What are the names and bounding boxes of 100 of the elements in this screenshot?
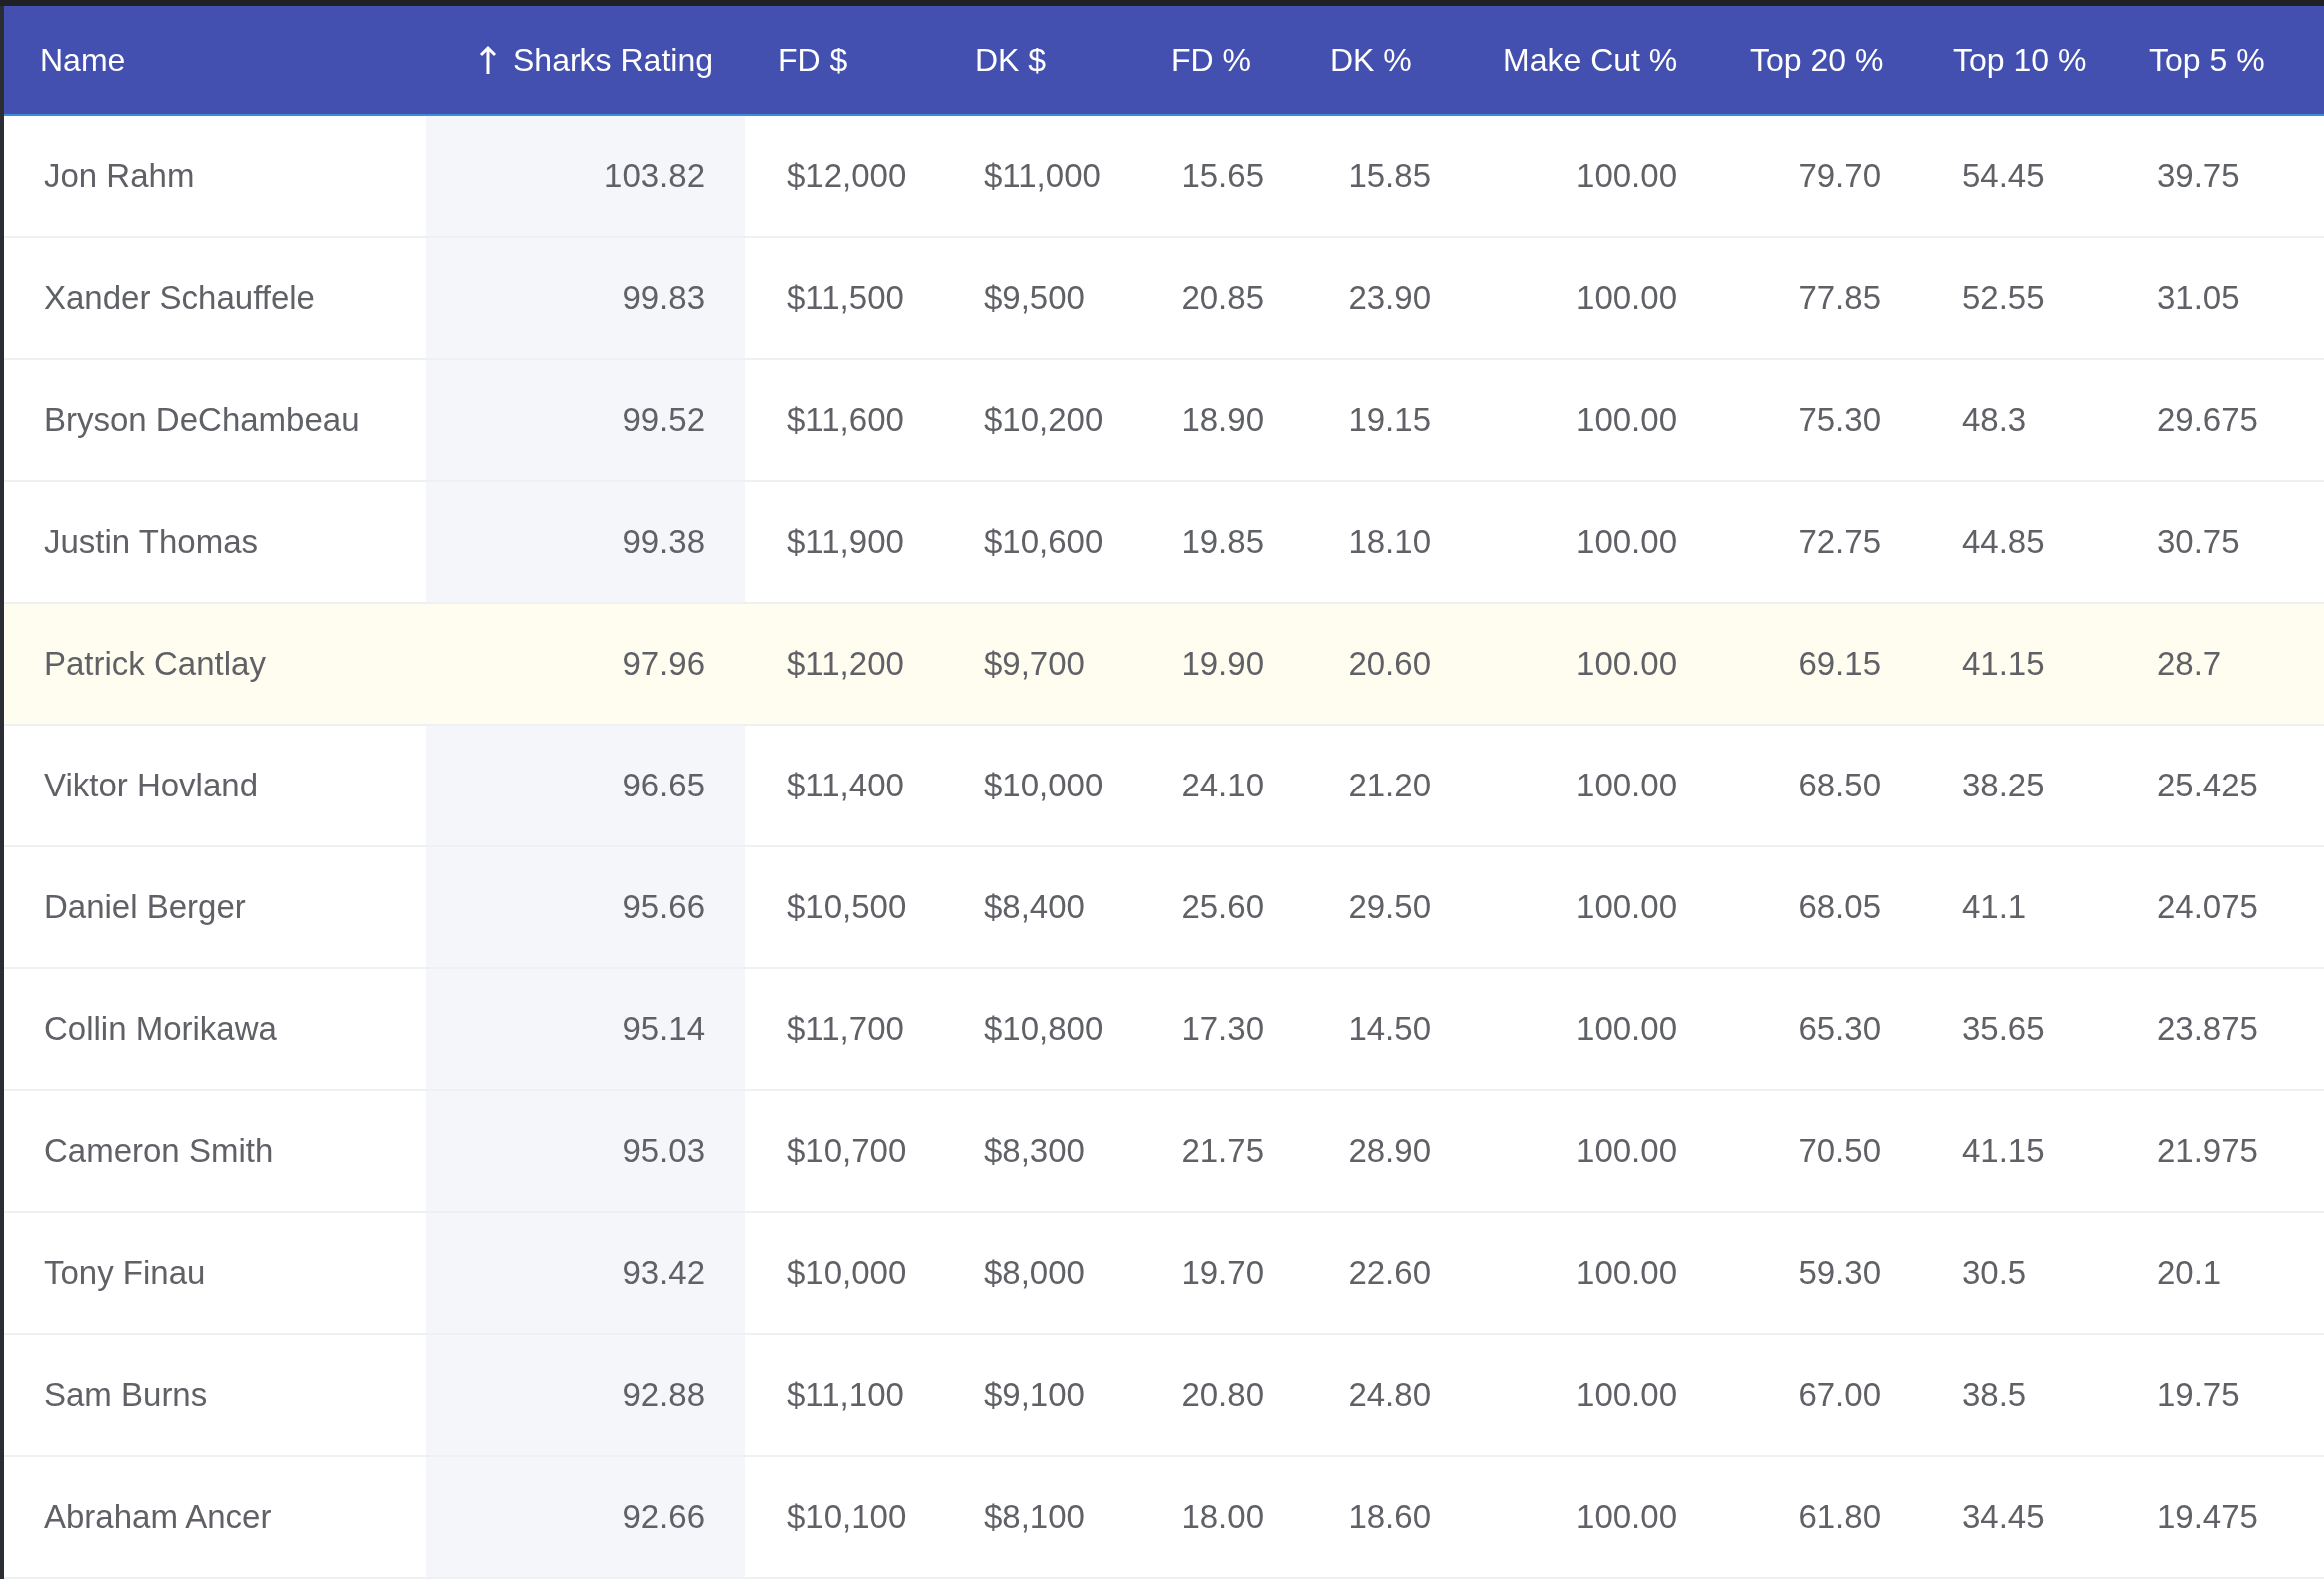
table-row[interactable]: Collin Morikawa 95.14 $11,700 $10,800 17.30 14.50 100.00 65.30 35.65 23.875: [4, 969, 2324, 1091]
table-cell-text: Jon Rahm: [43, 156, 196, 197]
table-cell-text: $8,400: [983, 887, 1086, 928]
column-header[interactable]: DK %: [1304, 6, 1460, 114]
table-cell-text: 38.25: [1961, 766, 2046, 806]
table-cell-text: 100.00: [1575, 1009, 1678, 1050]
table-row[interactable]: Daniel Berger 95.66 $10,500 $8,400 25.60 29.50 100.00 68.05 41.1 24.075: [4, 847, 2324, 969]
table-cell-text: $11,000: [983, 156, 1102, 197]
table-cell-text: 100.00: [1575, 1131, 1678, 1172]
table-cell-text: 61.80: [1797, 1497, 1882, 1538]
table-cell-text: 31.05: [2156, 278, 2241, 319]
table-cell-text: 39.75: [2156, 156, 2241, 197]
table-cell-text: 100.00: [1575, 1253, 1678, 1294]
column-header[interactable]: Top 20 %: [1720, 6, 1919, 114]
table-cell-text: Cameron Smith: [43, 1131, 275, 1172]
table-cell-text: $10,600: [983, 522, 1105, 563]
table-cell-text: 68.50: [1797, 766, 1882, 806]
table-cell-text: 75.30: [1797, 400, 1882, 441]
column-header[interactable]: FD %: [1141, 6, 1304, 114]
table-cell-text: $11,400: [786, 766, 905, 806]
table-cell-text: 19.85: [1180, 522, 1265, 563]
table-cell-text: 20.80: [1180, 1375, 1265, 1416]
column-header[interactable]: Top 10 %: [1919, 6, 2112, 114]
table-cell-text: $11,700: [786, 1009, 905, 1050]
table-cell-text: 100.00: [1575, 887, 1678, 928]
table-row[interactable]: Abraham Ancer 92.66 $10,100 $8,100 18.00 18.60 100.00 61.80 34.45 19.475: [4, 1457, 2324, 1579]
table-cell-text: 65.30: [1797, 1009, 1882, 1050]
table-cell-text: 25.425: [2156, 766, 2259, 806]
table-cell-text: $9,700: [983, 644, 1086, 685]
table-cell-text: 100.00: [1575, 156, 1678, 197]
table-cell-text: 41.15: [1961, 644, 2046, 685]
table-row[interactable]: Tony Finau 93.42 $10,000 $8,000 19.70 22.60 100.00 59.30 30.5 20.1: [4, 1213, 2324, 1335]
table-cell-text: 15.65: [1180, 156, 1265, 197]
table-cell-text: 25.60: [1180, 887, 1265, 928]
table-cell-text: 18.10: [1347, 522, 1432, 563]
table-cell-text: Tony Finau: [43, 1253, 207, 1294]
table-row[interactable]: Sam Burns 92.88 $11,100 $9,100 20.80 24.80 100.00 67.00 38.5 19.75: [4, 1335, 2324, 1457]
table-cell: 93.42: [426, 1213, 745, 1333]
table-cell-text: 29.675: [2156, 400, 2259, 441]
table-cell-text: 21.20: [1347, 766, 1432, 806]
table-cell-text: 19.90: [1180, 644, 1265, 685]
table-cell-text: 70.50: [1797, 1131, 1882, 1172]
table-cell-text: 22.60: [1347, 1253, 1432, 1294]
table-row[interactable]: Patrick Cantlay 97.96 $11,200 $9,700 19.90 20.60 100.00 69.15 41.15 28.7: [4, 604, 2324, 726]
table-cell-text: 59.30: [1797, 1253, 1882, 1294]
column-header[interactable]: DK $: [944, 6, 1141, 114]
table-cell-text: 100.00: [1575, 1375, 1678, 1416]
column-header[interactable]: Top 5 %: [2112, 6, 2324, 114]
table-cell-text: $10,700: [786, 1131, 908, 1172]
table-cell-text: Justin Thomas: [43, 522, 259, 563]
table-cell-text: 44.85: [1961, 522, 2046, 563]
column-header[interactable]: FD $: [745, 6, 944, 114]
table-cell: 96.65: [426, 726, 745, 845]
table-row[interactable]: Jon Rahm 103.82 $12,000 $11,000 15.65 15.85 100.00 79.70 54.45 39.75: [4, 116, 2324, 238]
table-cell-text: $8,300: [983, 1131, 1086, 1172]
table-cell-text: 41.15: [1961, 1131, 2046, 1172]
table-cell-text: 52.55: [1961, 278, 2046, 319]
table-cell: 95.03: [426, 1091, 745, 1211]
table-cell-text: 19.70: [1180, 1253, 1265, 1294]
table-cell-text: $10,000: [786, 1253, 908, 1294]
table-cell-text: 34.45: [1961, 1497, 2046, 1538]
table-cell-text: 100.00: [1575, 1497, 1678, 1538]
column-header[interactable]: Sharks Rating: [426, 6, 745, 114]
table-row[interactable]: Cameron Smith 95.03 $10,700 $8,300 21.75 28.90 100.00 70.50 41.15 21.975: [4, 1091, 2324, 1213]
column-header[interactable]: Name: [4, 6, 426, 114]
table-cell-text: 18.60: [1347, 1497, 1432, 1538]
table-cell-text: 23.90: [1347, 278, 1432, 319]
table-cell-text: $9,500: [983, 278, 1086, 319]
table-cell-text: 20.1: [2156, 1253, 2223, 1294]
table-row[interactable]: Xander Schauffele 99.83 $11,500 $9,500 20.85 23.90 100.00 77.85 52.55 31.05: [4, 238, 2324, 360]
table-cell: 99.83: [426, 238, 745, 358]
table-cell-text: 38.5: [1961, 1375, 2028, 1416]
column-header[interactable]: Make Cut %: [1460, 6, 1720, 114]
table-cell-text: 28.90: [1347, 1131, 1432, 1172]
table-cell-text: 30.5: [1961, 1253, 2028, 1294]
table-cell-text: $8,000: [983, 1253, 1086, 1294]
table-cell-text: 41.1: [1961, 887, 2028, 928]
table-cell-text: Abraham Ancer: [43, 1497, 273, 1538]
table-cell-text: $12,000: [786, 156, 908, 197]
table-cell-text: 54.45: [1961, 156, 2046, 197]
table-cell: 103.82: [426, 116, 745, 236]
table-cell-text: 100.00: [1575, 522, 1678, 563]
table-cell-text: 72.75: [1797, 522, 1882, 563]
table-cell-text: 20.60: [1347, 644, 1432, 685]
table-cell-text: 21.975: [2156, 1131, 2259, 1172]
table-cell-text: Bryson DeChambeau: [43, 400, 361, 441]
table-row[interactable]: Justin Thomas 99.38 $11,900 $10,600 19.85 18.10 100.00 72.75 44.85 30.75: [4, 482, 2324, 604]
table-cell-text: 21.75: [1180, 1131, 1265, 1172]
table-cell-text: $10,000: [983, 766, 1105, 806]
table-row[interactable]: Viktor Hovland 96.65 $11,400 $10,000 24.10 21.20 100.00 68.50 38.25 25.425: [4, 726, 2324, 847]
table-cell-text: 77.85: [1797, 278, 1882, 319]
table-cell-text: Xander Schauffele: [43, 278, 316, 319]
table-cell-text: 29.50: [1347, 887, 1432, 928]
table-cell-text: 100.00: [1575, 644, 1678, 685]
table-cell: 95.66: [426, 847, 745, 967]
table-cell-text: 100.00: [1575, 278, 1678, 319]
table-cell-text: 19.15: [1347, 400, 1432, 441]
table-row[interactable]: Bryson DeChambeau 99.52 $11,600 $10,200 18.90 19.15 100.00 75.30 48.3 29.675: [4, 360, 2324, 482]
table-cell-text: Patrick Cantlay: [43, 644, 267, 685]
table-cell-text: $11,900: [786, 522, 905, 563]
